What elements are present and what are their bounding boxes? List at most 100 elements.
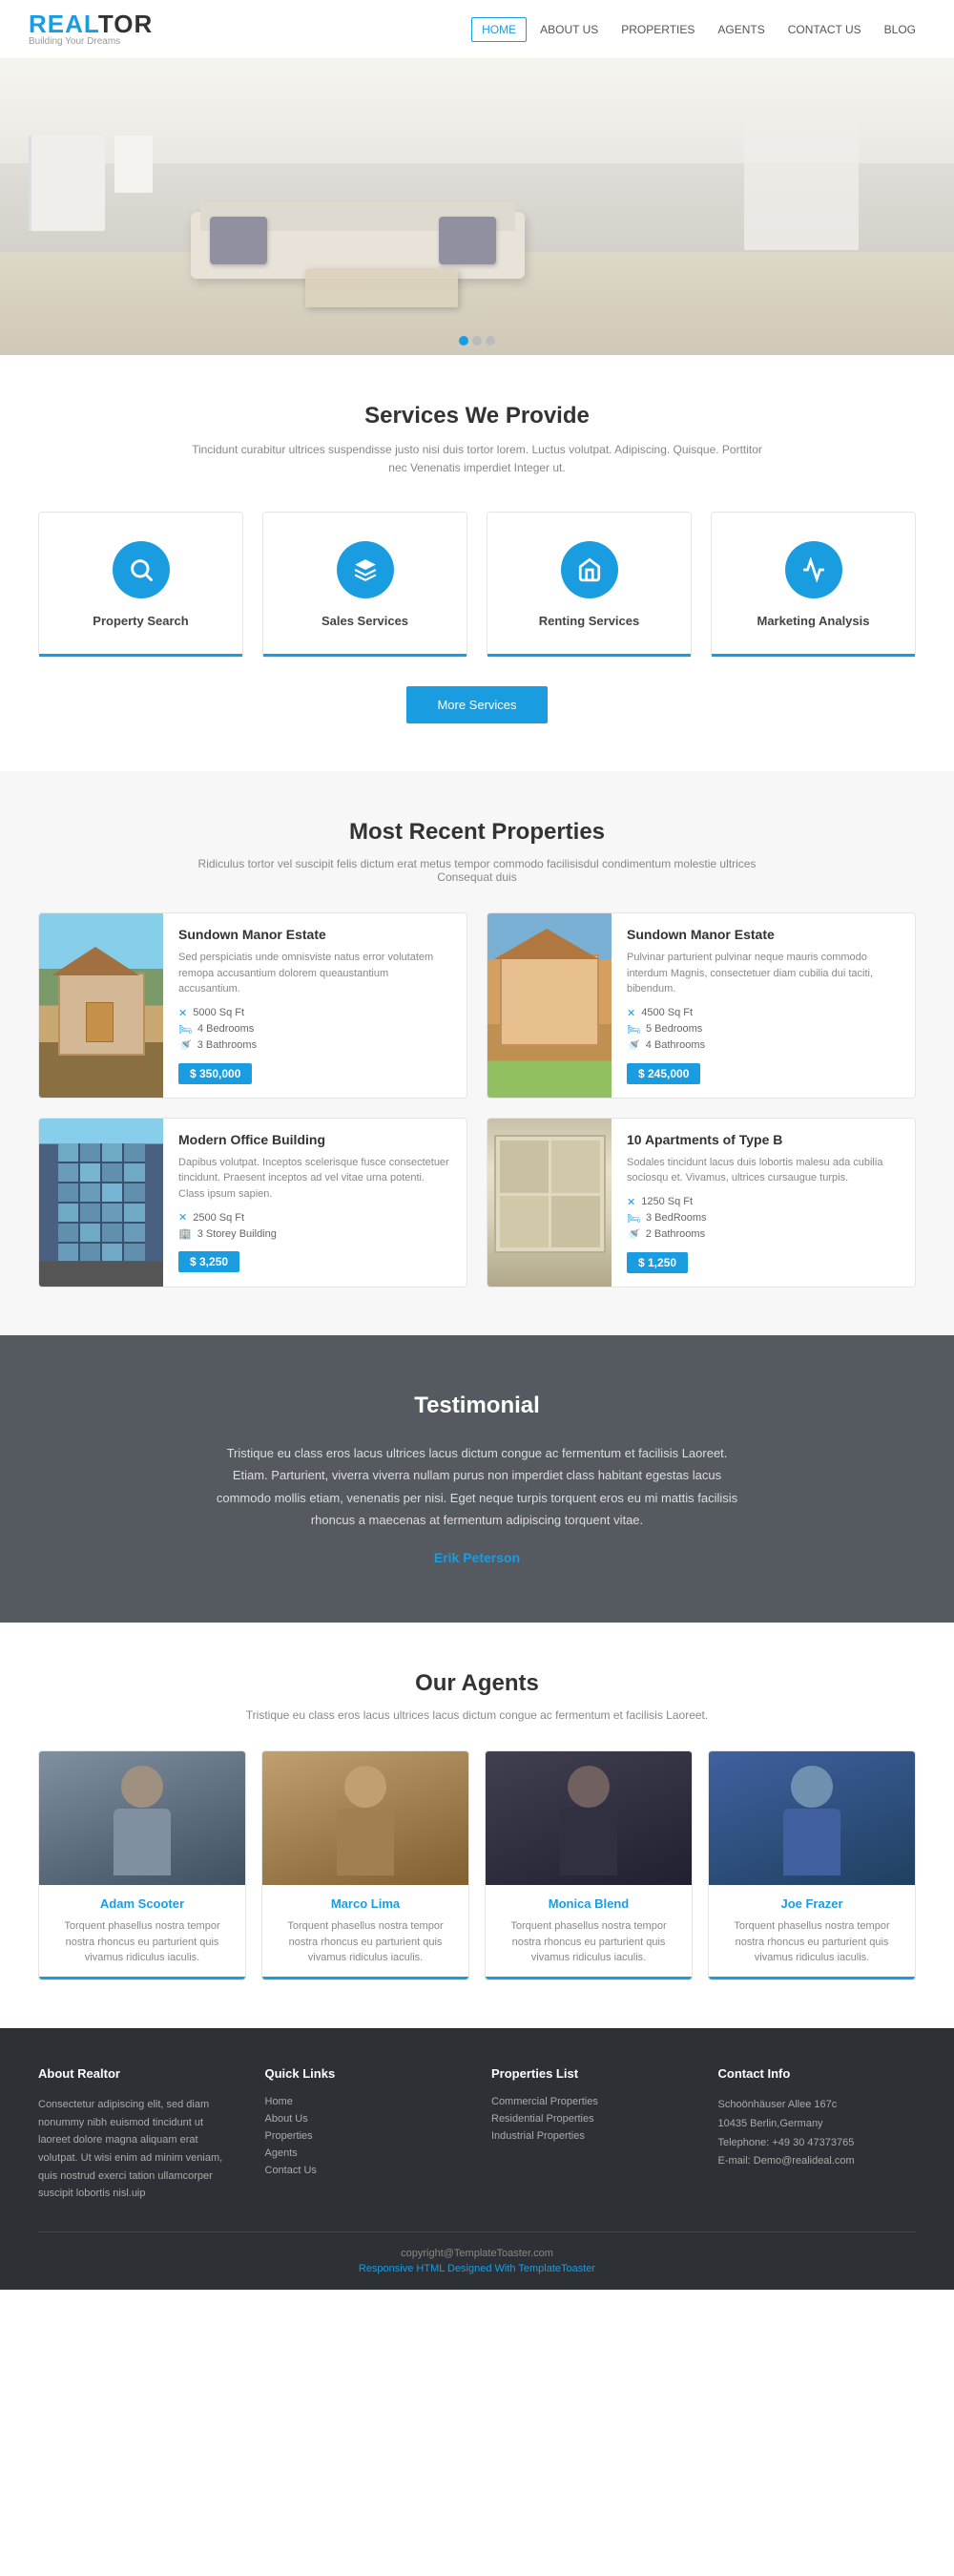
properties-title: Most Recent Properties bbox=[38, 819, 916, 846]
property-sqft-3: ✕ 2500 Sq Ft bbox=[178, 1211, 451, 1224]
property-price-3: $ 3,250 bbox=[178, 1251, 239, 1272]
services-section: Services We Provide Tincidunt curabitur … bbox=[0, 355, 954, 771]
service-card-search[interactable]: Property Search bbox=[38, 512, 243, 658]
property-img-3 bbox=[39, 1119, 163, 1287]
footer-bottom: copyright@TemplateToaster.com Responsive… bbox=[38, 2231, 916, 2290]
properties-section: Most Recent Properties Ridiculus tortor … bbox=[0, 771, 954, 1335]
search-icon bbox=[113, 541, 170, 598]
property-info-3: Modern Office Building Dapibus volutpat.… bbox=[163, 1119, 467, 1287]
hero-dot-2[interactable] bbox=[472, 336, 482, 346]
property-beds-1: 🛏 4 Bedrooms bbox=[178, 1023, 451, 1036]
agent-desc-marco: Torquent phasellus nostra tempor nostra … bbox=[262, 1918, 468, 1966]
services-grid: Property Search Sales Services Renting S… bbox=[38, 512, 916, 658]
nav-contact[interactable]: CONTACT US bbox=[778, 18, 871, 41]
footer-contact-title: Contact Info bbox=[718, 2066, 917, 2081]
property-beds-3: 🏢 3 Storey Building bbox=[178, 1227, 451, 1240]
more-services-button[interactable]: More Services bbox=[406, 686, 547, 723]
marketing-icon bbox=[785, 541, 842, 598]
footer-about-text: Consectetur adipiscing elit, sed diam no… bbox=[38, 2096, 237, 2203]
agents-title: Our Agents bbox=[38, 1670, 916, 1697]
logo-real: REAL bbox=[29, 10, 98, 38]
property-card-3[interactable]: Modern Office Building Dapibus volutpat.… bbox=[38, 1118, 467, 1288]
nav-agents[interactable]: AGENTS bbox=[708, 18, 774, 41]
testimonial-title: Testimonial bbox=[76, 1393, 878, 1419]
logo-tor: TOR bbox=[98, 10, 153, 38]
nav-blog[interactable]: BLOG bbox=[875, 18, 925, 41]
hero-dot-1[interactable] bbox=[459, 336, 468, 346]
service-card-renting[interactable]: Renting Services bbox=[487, 512, 692, 658]
properties-grid: Sundown Manor Estate Sed perspiciatis un… bbox=[38, 912, 916, 1288]
footer-residential[interactable]: Residential Properties bbox=[491, 2113, 690, 2125]
property-sqft-1: ✕ 5000 Sq Ft bbox=[178, 1007, 451, 1019]
testimonial-author: Erik Peterson bbox=[76, 1550, 878, 1565]
property-price-4: $ 1,250 bbox=[627, 1252, 688, 1273]
property-title-1: Sundown Manor Estate bbox=[178, 927, 451, 942]
property-desc-3: Dapibus volutpat. Inceptos scelerisque f… bbox=[178, 1155, 451, 1203]
footer-address: Schoönhäuser Allee 167c bbox=[718, 2096, 917, 2115]
property-img-1 bbox=[39, 913, 163, 1098]
property-price-1: $ 350,000 bbox=[178, 1063, 252, 1084]
footer-link-about[interactable]: About Us bbox=[265, 2113, 464, 2125]
footer-quicklinks: Quick Links Home About Us Properties Age… bbox=[265, 2066, 464, 2203]
service-name-renting: Renting Services bbox=[507, 614, 672, 628]
footer-about: About Realtor Consectetur adipiscing eli… bbox=[38, 2066, 237, 2203]
service-card-marketing[interactable]: Marketing Analysis bbox=[711, 512, 916, 658]
hero-section bbox=[0, 59, 954, 355]
property-beds-4: 🛏 3 BedRooms bbox=[627, 1212, 900, 1225]
sales-icon bbox=[337, 541, 394, 598]
footer-properties: Properties List Commercial Properties Re… bbox=[491, 2066, 690, 2203]
agent-photo-adam bbox=[39, 1751, 245, 1885]
agent-card-1[interactable]: Adam Scooter Torquent phasellus nostra t… bbox=[38, 1750, 246, 1980]
property-sqft-4: ✕ 1250 Sq Ft bbox=[627, 1196, 900, 1208]
service-name-sales: Sales Services bbox=[282, 614, 447, 628]
services-title: Services We Provide bbox=[38, 403, 916, 429]
agent-card-4[interactable]: Joe Frazer Torquent phasellus nostra tem… bbox=[708, 1750, 916, 1980]
nav-properties[interactable]: PROPERTIES bbox=[612, 18, 704, 41]
agent-name-monica: Monica Blend bbox=[486, 1896, 692, 1911]
agent-card-3[interactable]: Monica Blend Torquent phasellus nostra t… bbox=[485, 1750, 693, 1980]
property-desc-4: Sodales tincidunt lacus duis lobortis ma… bbox=[627, 1155, 900, 1186]
property-img-2 bbox=[487, 913, 612, 1098]
nav-home[interactable]: HOME bbox=[471, 17, 527, 42]
agent-photo-monica bbox=[486, 1751, 692, 1885]
service-name-marketing: Marketing Analysis bbox=[731, 614, 896, 628]
properties-subtitle: Ridiculus tortor vel suscipit felis dict… bbox=[191, 857, 763, 884]
nav-about[interactable]: ABOUT US bbox=[530, 18, 608, 41]
agent-name-joe: Joe Frazer bbox=[709, 1896, 915, 1911]
footer-industrial[interactable]: Industrial Properties bbox=[491, 2130, 690, 2142]
agent-card-2[interactable]: Marco Lima Torquent phasellus nostra tem… bbox=[261, 1750, 469, 1980]
footer-link-agents[interactable]: Agents bbox=[265, 2147, 464, 2159]
footer-link-contact[interactable]: Contact Us bbox=[265, 2165, 464, 2176]
footer-link-properties[interactable]: Properties bbox=[265, 2130, 464, 2142]
agent-desc-monica: Torquent phasellus nostra tempor nostra … bbox=[486, 1918, 692, 1966]
main-nav: HOME ABOUT US PROPERTIES AGENTS CONTACT … bbox=[471, 17, 925, 42]
footer-properties-title: Properties List bbox=[491, 2066, 690, 2081]
property-card-1[interactable]: Sundown Manor Estate Sed perspiciatis un… bbox=[38, 912, 467, 1099]
property-card-4[interactable]: 10 Apartments of Type B Sodales tincidun… bbox=[487, 1118, 916, 1288]
hero-dot-3[interactable] bbox=[486, 336, 495, 346]
testimonial-text: Tristique eu class eros lacus ultrices l… bbox=[210, 1442, 744, 1532]
footer-copyright: copyright@TemplateToaster.com bbox=[38, 2248, 916, 2259]
footer-email: E-mail: Demo@realideal.com bbox=[718, 2152, 917, 2171]
agent-name-adam: Adam Scooter bbox=[39, 1896, 245, 1911]
property-title-2: Sundown Manor Estate bbox=[627, 927, 900, 942]
property-info-4: 10 Apartments of Type B Sodales tincidun… bbox=[612, 1119, 915, 1287]
footer-about-title: About Realtor bbox=[38, 2066, 237, 2081]
property-card-2[interactable]: Sundown Manor Estate Pulvinar parturient… bbox=[487, 912, 916, 1099]
logo: REALTOR Building Your Dreams bbox=[29, 11, 153, 47]
agents-section: Our Agents Tristique eu class eros lacus… bbox=[0, 1623, 954, 2028]
footer-commercial[interactable]: Commercial Properties bbox=[491, 2096, 690, 2107]
property-title-3: Modern Office Building bbox=[178, 1132, 451, 1147]
agent-desc-joe: Torquent phasellus nostra tempor nostra … bbox=[709, 1918, 915, 1966]
footer: About Realtor Consectetur adipiscing eli… bbox=[0, 2028, 954, 2290]
footer-link-home[interactable]: Home bbox=[265, 2096, 464, 2107]
footer-quicklinks-title: Quick Links bbox=[265, 2066, 464, 2081]
footer-telephone: Telephone: +49 30 47373765 bbox=[718, 2134, 917, 2153]
renting-icon bbox=[561, 541, 618, 598]
property-title-4: 10 Apartments of Type B bbox=[627, 1132, 900, 1147]
service-card-sales[interactable]: Sales Services bbox=[262, 512, 467, 658]
agent-photo-marco bbox=[262, 1751, 468, 1885]
property-baths-2: 🚿 4 Bathrooms bbox=[627, 1039, 900, 1052]
services-subtitle: Tincidunt curabitur ultrices suspendisse… bbox=[191, 441, 763, 477]
agent-photo-joe bbox=[709, 1751, 915, 1885]
